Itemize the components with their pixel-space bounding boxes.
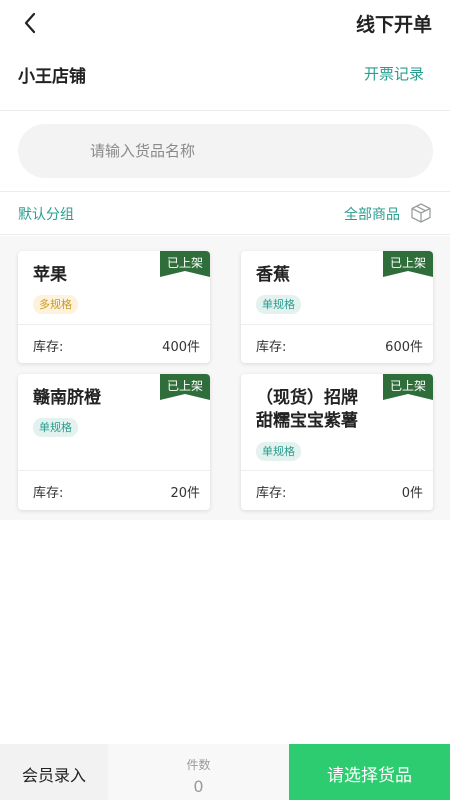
spec-tag: 单规格	[256, 442, 301, 461]
product-name: （现货）招牌	[256, 388, 358, 408]
stock-label: 库存:	[33, 340, 64, 355]
bottom-action-bar: 会员录入 件数 0 请选择货品	[0, 744, 450, 800]
stock-value: 0件	[401, 486, 423, 501]
on-shelf-badge-label: 已上架	[389, 256, 426, 270]
product-name-line2: 甜糯宝宝紫薯	[256, 411, 358, 431]
card-divider	[241, 324, 433, 325]
store-info-row: 小王店铺 开票记录	[0, 56, 450, 90]
stock-value: 20件	[170, 486, 200, 501]
product-name: 香蕉	[256, 265, 290, 285]
invoice-records-link[interactable]: 开票记录	[364, 63, 424, 84]
product-name: 苹果	[33, 265, 67, 285]
stock-label: 库存:	[256, 340, 287, 355]
select-goods-button[interactable]: 请选择货品	[289, 744, 450, 800]
on-shelf-badge: 已上架	[383, 374, 433, 400]
product-name: 赣南脐橙	[33, 388, 101, 408]
box-icon[interactable]	[410, 202, 432, 224]
chevron-left-icon[interactable]	[18, 10, 44, 36]
on-shelf-badge-label: 已上架	[166, 256, 203, 270]
on-shelf-badge-label: 已上架	[166, 379, 203, 393]
spec-tag: 单规格	[33, 418, 78, 437]
product-card[interactable]: 已上架 香蕉 单规格 库存: 600件	[241, 251, 433, 363]
product-card[interactable]: 已上架 赣南脐橙 单规格 库存: 20件	[18, 374, 210, 510]
member-entry-button[interactable]: 会员录入	[0, 744, 108, 800]
divider	[0, 110, 450, 111]
card-divider	[18, 470, 210, 471]
on-shelf-badge: 已上架	[160, 374, 210, 400]
item-count-value: 0	[193, 777, 204, 796]
card-divider	[18, 324, 210, 325]
on-shelf-badge-label: 已上架	[389, 379, 426, 393]
item-count-label: 件数	[186, 758, 211, 772]
on-shelf-badge: 已上架	[383, 251, 433, 277]
category-all-products[interactable]: 全部商品	[344, 204, 400, 224]
stock-value: 400件	[162, 340, 200, 355]
divider	[0, 234, 450, 235]
search-input[interactable]	[18, 124, 433, 178]
on-shelf-badge: 已上架	[160, 251, 210, 277]
product-card[interactable]: 已上架 苹果 多规格 库存: 400件	[18, 251, 210, 363]
product-card[interactable]: 已上架 （现货）招牌 甜糯宝宝紫薯 单规格 库存: 0件	[241, 374, 433, 510]
page-title: 线下开单	[355, 14, 432, 36]
spec-tag: 单规格	[256, 295, 301, 314]
category-row: 默认分组 全部商品	[0, 196, 450, 230]
category-default-group[interactable]: 默认分组	[18, 204, 74, 224]
spec-tag: 多规格	[33, 295, 78, 314]
stock-label: 库存:	[256, 486, 287, 501]
store-name: 小王店铺	[18, 67, 86, 87]
stock-value: 600件	[385, 340, 423, 355]
divider	[0, 191, 450, 192]
search-bar	[18, 124, 433, 178]
card-divider	[241, 470, 433, 471]
stock-label: 库存:	[33, 486, 64, 501]
top-nav-bar: 线下开单	[0, 0, 450, 46]
item-count: 件数 0	[108, 744, 289, 800]
